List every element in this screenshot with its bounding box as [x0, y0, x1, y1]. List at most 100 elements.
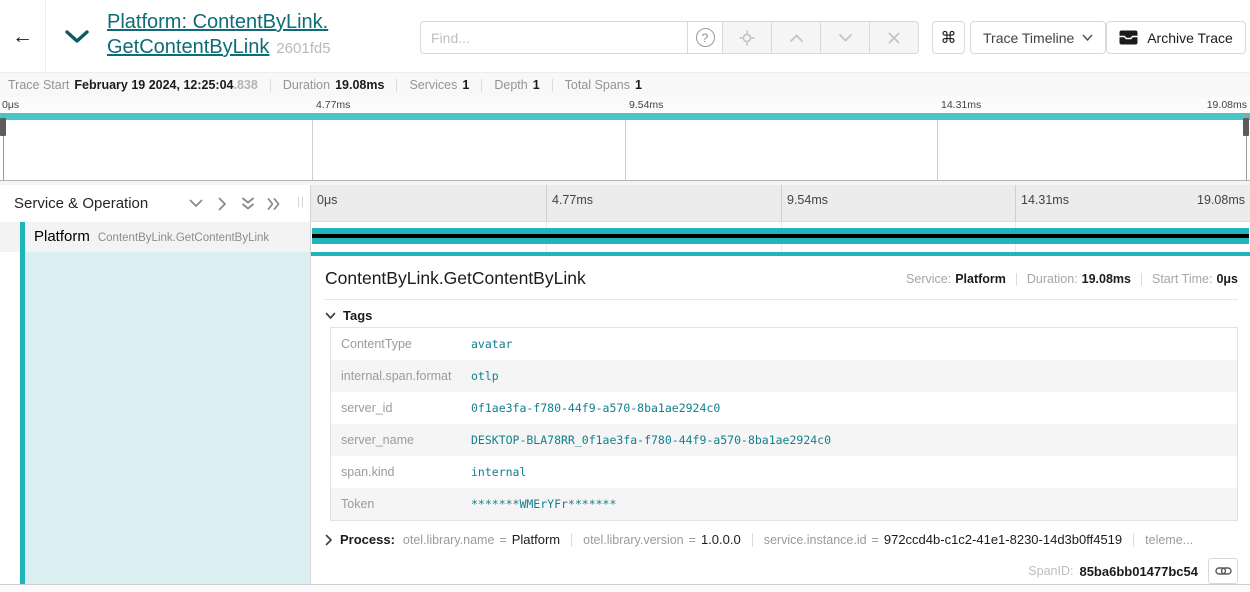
divider — [396, 79, 397, 92]
trace-start-millis: .838 — [234, 78, 258, 92]
tags-section-label: Tags — [343, 308, 372, 323]
span-duration-bar[interactable] — [312, 228, 1249, 244]
ruler-tick: 0μs — [317, 193, 337, 207]
copy-span-link-button[interactable] — [1208, 558, 1238, 584]
total-spans-value: 1 — [635, 78, 642, 92]
divider — [752, 533, 753, 547]
span-id-row: SpanID: 85ba6bb01477bc54 — [1028, 558, 1238, 584]
equals-sign: = — [689, 533, 696, 547]
minimap-tick: 14.31ms — [941, 99, 981, 111]
start-time-label: Start Time: — [1152, 272, 1212, 286]
process-item-truncated: teleme... — [1145, 533, 1193, 547]
tag-value: DESKTOP-BLA78RR_0f1ae3fa-f780-44f9-a570-… — [471, 433, 831, 447]
find-clear-button[interactable] — [869, 21, 919, 54]
tag-key: span.kind — [331, 465, 471, 479]
collapse-all-button[interactable] — [240, 196, 256, 212]
trace-title-link-line2[interactable]: GetContentByLink — [107, 36, 269, 58]
tag-key: server_name — [331, 433, 471, 447]
close-icon — [888, 32, 900, 44]
tag-key: ContentType — [331, 337, 471, 351]
help-circle-icon: ? — [696, 28, 715, 47]
archive-trace-label: Archive Trace — [1147, 30, 1233, 46]
span-row-timeline-cell[interactable] — [311, 222, 1250, 252]
minimap-left-scrubber-handle[interactable] — [0, 118, 6, 136]
tag-row[interactable]: Token *******WMErYFr******* — [331, 488, 1237, 520]
chevron-right-icon — [325, 534, 333, 546]
tag-key: Token — [331, 497, 471, 511]
tag-key: server_id — [331, 401, 471, 415]
find-input[interactable] — [420, 21, 688, 54]
minimap-gridline — [625, 120, 626, 180]
back-arrow-icon: ← — [12, 25, 33, 49]
duration-label: Duration — [283, 78, 330, 92]
tree-controls — [188, 185, 282, 222]
tag-key: internal.span.format — [331, 369, 471, 383]
minimap-tick: 0μs — [2, 99, 19, 111]
timeline-ruler: 0μs 4.77ms 9.54ms 14.31ms 19.08ms — [311, 185, 1250, 222]
archive-trace-button[interactable]: Archive Trace — [1106, 21, 1246, 54]
span-id-value: 85ba6bb01477bc54 — [1079, 564, 1198, 579]
tag-row[interactable]: internal.span.format otlp — [331, 360, 1237, 392]
process-section-toggle[interactable]: Process: otel.library.name = Platform ot… — [325, 532, 1240, 547]
tag-row[interactable]: span.kind internal — [331, 456, 1237, 488]
collapse-one-button[interactable] — [188, 196, 204, 212]
service-operation-header: Service & Operation — [0, 185, 310, 222]
minimap-canvas[interactable] — [0, 113, 1250, 181]
chevron-down-icon — [1082, 34, 1093, 42]
tags-table: ContentType avatar internal.span.format … — [330, 327, 1238, 521]
span-id-label: SpanID: — [1028, 564, 1073, 578]
divider — [481, 79, 482, 92]
trace-start-label: Trace Start — [8, 78, 69, 92]
tag-row[interactable]: ContentType avatar — [331, 328, 1237, 360]
divider — [1141, 273, 1142, 286]
find-prev-button[interactable] — [771, 21, 821, 54]
keyboard-shortcuts-button[interactable]: ⌘ — [932, 21, 965, 54]
find-help-button[interactable]: ? — [687, 21, 723, 54]
span-detail-highlight[interactable] — [25, 252, 310, 584]
trace-view-dropdown[interactable]: Trace Timeline — [970, 21, 1106, 54]
column-resizer-handle[interactable]: || — [297, 196, 305, 212]
find-next-button[interactable] — [820, 21, 870, 54]
trace-collapse-toggle[interactable] — [58, 24, 96, 50]
ruler-gridline — [781, 185, 782, 221]
chevron-down-icon — [189, 199, 203, 208]
process-key: teleme... — [1145, 533, 1193, 547]
span-operation-name: ContentByLink.GetContentByLink — [98, 232, 269, 244]
tag-row[interactable]: server_name DESKTOP-BLA78RR_0f1ae3fa-f78… — [331, 424, 1237, 456]
process-key: otel.library.version — [583, 533, 684, 547]
span-detail-meta: Service: Platform Duration: 19.08ms Star… — [906, 272, 1238, 286]
back-button[interactable]: ← — [0, 0, 46, 73]
span-service-name: Platform — [34, 228, 90, 245]
process-key: service.instance.id — [764, 533, 867, 547]
trace-title: Platform: ContentByLink. GetContentByLin… — [107, 10, 331, 61]
trace-summary-bar: Trace Start February 19 2024, 12:25:04 .… — [0, 73, 1250, 97]
tag-row[interactable]: server_id 0f1ae3fa-f780-44f9-a570-8ba1ae… — [331, 392, 1237, 424]
trace-title-link-line1[interactable]: Platform: ContentByLink. — [107, 11, 328, 33]
ruler-tick: 9.54ms — [787, 193, 828, 207]
total-spans-label: Total Spans — [565, 78, 630, 92]
command-icon: ⌘ — [941, 28, 957, 48]
process-value: 1.0.0.0 — [701, 532, 741, 547]
minimap-tick: 4.77ms — [316, 99, 350, 111]
tag-value: internal — [471, 465, 526, 479]
process-item: otel.library.name = Platform — [403, 532, 560, 547]
process-item: service.instance.id = 972ccd4b-c1c2-41e1… — [764, 532, 1122, 547]
span-row-name-cell[interactable]: Platform ContentByLink.GetContentByLink — [0, 222, 310, 252]
expand-all-button[interactable] — [266, 196, 282, 212]
depth-label: Depth — [494, 78, 527, 92]
double-chevron-down-icon — [241, 197, 255, 211]
equals-sign: = — [872, 533, 879, 547]
ruler-tick: 19.08ms — [1197, 193, 1245, 207]
span-bar-bottom — [312, 238, 1249, 244]
trace-start-value: February 19 2024, 12:25:04 — [74, 78, 233, 92]
ruler-tick: 14.31ms — [1021, 193, 1069, 207]
span-detail-panel: ContentByLink.GetContentByLink Service: … — [311, 252, 1250, 584]
expand-one-button[interactable] — [214, 196, 230, 212]
tags-section-toggle[interactable]: Tags — [325, 308, 372, 323]
find-locate-button[interactable] — [722, 21, 772, 54]
divider — [270, 79, 271, 92]
duration-value: 19.08ms — [1082, 272, 1131, 286]
top-navbar: ← Platform: ContentByLink. GetContentByL… — [0, 0, 1250, 73]
tag-value: avatar — [471, 337, 513, 351]
minimap-right-scrubber-handle[interactable] — [1243, 118, 1249, 136]
